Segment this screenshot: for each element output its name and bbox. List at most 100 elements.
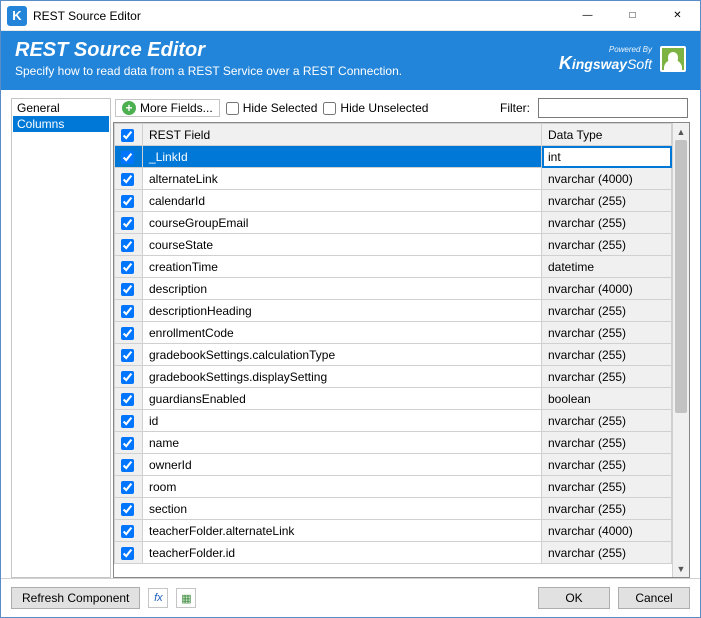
row-checkbox[interactable] bbox=[115, 168, 143, 190]
sidebar-item-columns[interactable]: Columns bbox=[13, 116, 109, 132]
more-fields-button[interactable]: + More Fields... bbox=[115, 99, 220, 117]
fx-icon[interactable]: fx bbox=[148, 588, 168, 608]
cancel-button[interactable]: Cancel bbox=[618, 587, 690, 609]
row-type[interactable]: nvarchar (4000) bbox=[542, 520, 672, 542]
row-field[interactable]: calendarId bbox=[143, 190, 542, 212]
row-field[interactable]: alternateLink bbox=[143, 168, 542, 190]
refresh-button[interactable]: Refresh Component bbox=[11, 587, 140, 609]
scroll-down-icon[interactable]: ▼ bbox=[673, 560, 689, 577]
table-row[interactable]: descriptionHeadingnvarchar (255) bbox=[115, 300, 672, 322]
table-row[interactable]: creationTimedatetime bbox=[115, 256, 672, 278]
table-row[interactable]: teacherFolder.idnvarchar (255) bbox=[115, 542, 672, 564]
close-button[interactable]: ✕ bbox=[655, 1, 700, 31]
row-type[interactable]: nvarchar (4000) bbox=[542, 168, 672, 190]
table-row[interactable]: guardiansEnabledboolean bbox=[115, 388, 672, 410]
scroll-up-icon[interactable]: ▲ bbox=[673, 123, 689, 140]
row-type[interactable]: nvarchar (255) bbox=[542, 190, 672, 212]
row-checkbox[interactable] bbox=[115, 344, 143, 366]
table-row[interactable]: calendarIdnvarchar (255) bbox=[115, 190, 672, 212]
header-field[interactable]: REST Field bbox=[143, 124, 542, 146]
row-type[interactable]: nvarchar (255) bbox=[542, 454, 672, 476]
row-field[interactable]: _LinkId bbox=[143, 146, 542, 168]
row-checkbox[interactable] bbox=[115, 476, 143, 498]
table-row[interactable]: descriptionnvarchar (4000) bbox=[115, 278, 672, 300]
row-field[interactable]: room bbox=[143, 476, 542, 498]
hide-unselected-input[interactable] bbox=[323, 102, 336, 115]
row-checkbox[interactable] bbox=[115, 498, 143, 520]
row-field[interactable]: gradebookSettings.displaySetting bbox=[143, 366, 542, 388]
row-checkbox[interactable] bbox=[115, 388, 143, 410]
hide-selected-checkbox[interactable]: Hide Selected bbox=[226, 101, 318, 115]
filter-input[interactable] bbox=[538, 98, 688, 118]
row-checkbox[interactable] bbox=[115, 300, 143, 322]
table-row[interactable]: courseGroupEmailnvarchar (255) bbox=[115, 212, 672, 234]
table-row[interactable]: ownerIdnvarchar (255) bbox=[115, 454, 672, 476]
row-field[interactable]: teacherFolder.id bbox=[143, 542, 542, 564]
header-type[interactable]: Data Type bbox=[542, 124, 672, 146]
row-field[interactable]: gradebookSettings.calculationType bbox=[143, 344, 542, 366]
row-type[interactable]: nvarchar (255) bbox=[542, 212, 672, 234]
properties-icon[interactable]: ▦ bbox=[176, 588, 196, 608]
row-type[interactable]: nvarchar (255) bbox=[542, 344, 672, 366]
table-row[interactable]: teacherFolder.alternateLinknvarchar (400… bbox=[115, 520, 672, 542]
row-type[interactable]: nvarchar (255) bbox=[542, 542, 672, 564]
row-field[interactable]: section bbox=[143, 498, 542, 520]
row-type[interactable]: nvarchar (255) bbox=[542, 432, 672, 454]
table-row[interactable]: idnvarchar (255) bbox=[115, 410, 672, 432]
scroll-thumb[interactable] bbox=[675, 140, 687, 413]
table-row[interactable]: namenvarchar (255) bbox=[115, 432, 672, 454]
row-field[interactable]: descriptionHeading bbox=[143, 300, 542, 322]
row-field[interactable]: enrollmentCode bbox=[143, 322, 542, 344]
row-field[interactable]: ownerId bbox=[143, 454, 542, 476]
table-row[interactable]: gradebookSettings.calculationTypenvarcha… bbox=[115, 344, 672, 366]
row-type[interactable]: nvarchar (255) bbox=[542, 476, 672, 498]
row-type[interactable]: nvarchar (4000) bbox=[542, 278, 672, 300]
maximize-button[interactable]: □ bbox=[610, 1, 655, 31]
row-type[interactable]: boolean bbox=[542, 388, 672, 410]
row-checkbox[interactable] bbox=[115, 212, 143, 234]
table-row[interactable]: enrollmentCodenvarchar (255) bbox=[115, 322, 672, 344]
scroll-track[interactable] bbox=[673, 140, 689, 560]
row-checkbox[interactable] bbox=[115, 256, 143, 278]
minimize-button[interactable]: — bbox=[565, 1, 610, 31]
row-checkbox[interactable] bbox=[115, 432, 143, 454]
row-type[interactable]: nvarchar (255) bbox=[542, 366, 672, 388]
hide-selected-input[interactable] bbox=[226, 102, 239, 115]
row-checkbox[interactable] bbox=[115, 234, 143, 256]
scrollbar[interactable]: ▲ ▼ bbox=[672, 123, 689, 577]
ok-button[interactable]: OK bbox=[538, 587, 610, 609]
row-field[interactable]: courseGroupEmail bbox=[143, 212, 542, 234]
row-field[interactable]: id bbox=[143, 410, 542, 432]
row-type[interactable]: nvarchar (255) bbox=[542, 410, 672, 432]
row-checkbox[interactable] bbox=[115, 146, 143, 168]
row-checkbox[interactable] bbox=[115, 190, 143, 212]
row-type[interactable]: int bbox=[542, 146, 672, 168]
row-checkbox[interactable] bbox=[115, 454, 143, 476]
hide-unselected-checkbox[interactable]: Hide Unselected bbox=[323, 101, 428, 115]
row-checkbox[interactable] bbox=[115, 322, 143, 344]
row-field[interactable]: courseState bbox=[143, 234, 542, 256]
row-field[interactable]: guardiansEnabled bbox=[143, 388, 542, 410]
row-field[interactable]: description bbox=[143, 278, 542, 300]
row-field[interactable]: creationTime bbox=[143, 256, 542, 278]
row-checkbox[interactable] bbox=[115, 410, 143, 432]
row-type[interactable]: nvarchar (255) bbox=[542, 322, 672, 344]
row-checkbox[interactable] bbox=[115, 542, 143, 564]
header-checkbox[interactable] bbox=[115, 124, 143, 146]
row-type[interactable]: nvarchar (255) bbox=[542, 498, 672, 520]
row-field[interactable]: name bbox=[143, 432, 542, 454]
table-row[interactable]: roomnvarchar (255) bbox=[115, 476, 672, 498]
row-checkbox[interactable] bbox=[115, 278, 143, 300]
table-row[interactable]: courseStatenvarchar (255) bbox=[115, 234, 672, 256]
table-row[interactable]: _LinkIdint bbox=[115, 146, 672, 168]
row-checkbox[interactable] bbox=[115, 520, 143, 542]
row-field[interactable]: teacherFolder.alternateLink bbox=[143, 520, 542, 542]
row-type[interactable]: datetime bbox=[542, 256, 672, 278]
user-icon[interactable] bbox=[660, 46, 686, 72]
table-row[interactable]: sectionnvarchar (255) bbox=[115, 498, 672, 520]
table-row[interactable]: alternateLinknvarchar (4000) bbox=[115, 168, 672, 190]
row-type[interactable]: nvarchar (255) bbox=[542, 234, 672, 256]
row-checkbox[interactable] bbox=[115, 366, 143, 388]
table-row[interactable]: gradebookSettings.displaySettingnvarchar… bbox=[115, 366, 672, 388]
sidebar-item-general[interactable]: General bbox=[13, 100, 109, 116]
